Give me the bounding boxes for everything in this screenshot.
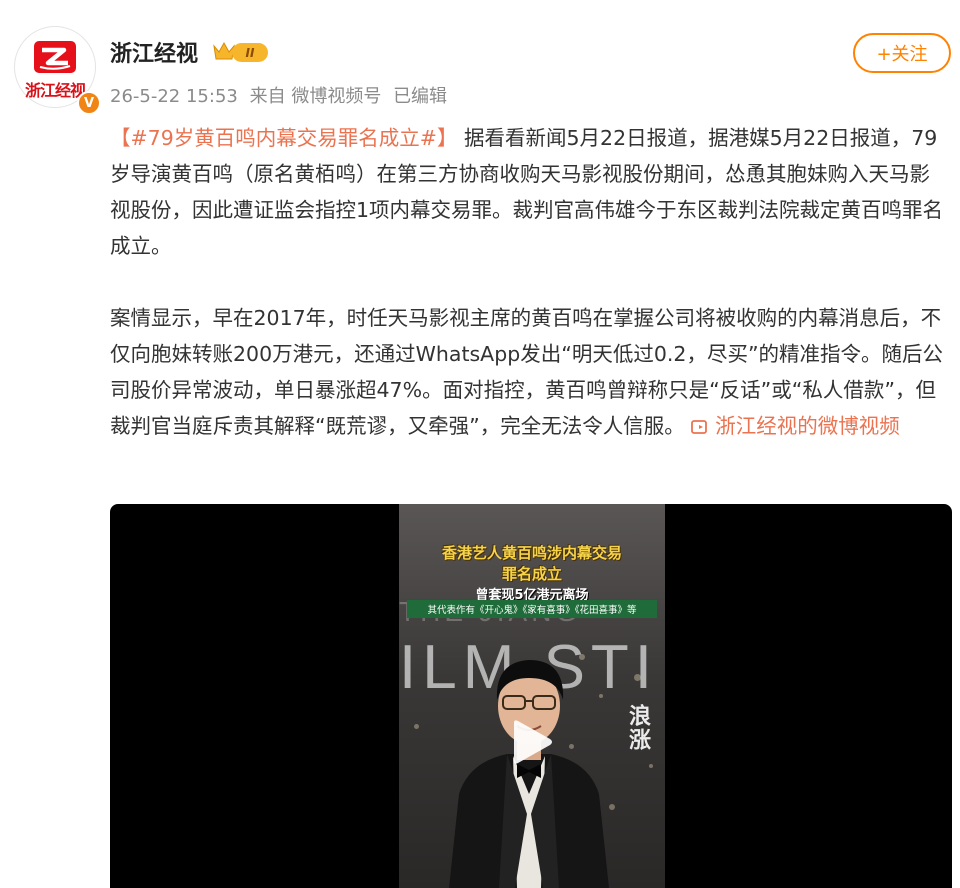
post-paragraph-2: 案情显示，早在2017年，时任天马影视主席的黄百鸣在掌握公司将被收购的内幕消息后…	[110, 300, 945, 444]
video-headline-line2: 罪名成立	[501, 565, 562, 583]
video-frame: THE JIANG ILM STI 香港艺人黄百鸣涉内幕交易 罪名成立 曾套现5…	[399, 504, 665, 888]
video-link-label: 浙江经视的微博视频	[715, 414, 900, 438]
post-meta: 26-5-22 15:53 来自 微博视频号 已编辑	[110, 82, 453, 108]
verified-icon: V	[77, 91, 101, 115]
video-source-link[interactable]: 浙江经视的微博视频	[691, 414, 900, 438]
account-name[interactable]: 浙江经视	[110, 36, 198, 68]
post-timestamp[interactable]: 26-5-22 15:53	[110, 86, 238, 107]
works-caption: 其代表作有《开心鬼》《家有喜事》《花田喜事》等	[407, 600, 657, 618]
video-link-icon	[691, 420, 708, 434]
weibo-post: 浙江经视 V 浙江经视 II 26-5-22 15:53 来自 微博视频号 已编…	[0, 0, 960, 888]
play-icon[interactable]	[506, 717, 554, 767]
post-paragraph-1: 【#79岁黄百鸣内幕交易罪名成立#】 据看看新闻5月22日报道，据港媒5月22日…	[110, 120, 945, 264]
follow-button[interactable]: +关注	[853, 33, 951, 73]
tv-logo-icon	[34, 41, 76, 73]
level-badge: II	[232, 43, 268, 62]
video-player[interactable]: THE JIANG ILM STI 香港艺人黄百鸣涉内幕交易 罪名成立 曾套现5…	[110, 504, 952, 888]
avatar[interactable]: 浙江经视 V	[14, 26, 101, 115]
hashtag-link[interactable]: 【#79岁黄百鸣内幕交易罪名成立#】	[110, 126, 457, 150]
post-source: 来自 微博视频号	[249, 86, 382, 107]
post-body: 【#79岁黄百鸣内幕交易罪名成立#】 据看看新闻5月22日报道，据港媒5月22日…	[110, 120, 945, 444]
video-headline-line1: 香港艺人黄百鸣涉内幕交易	[441, 544, 622, 562]
edited-label[interactable]: 已编辑	[393, 86, 447, 107]
